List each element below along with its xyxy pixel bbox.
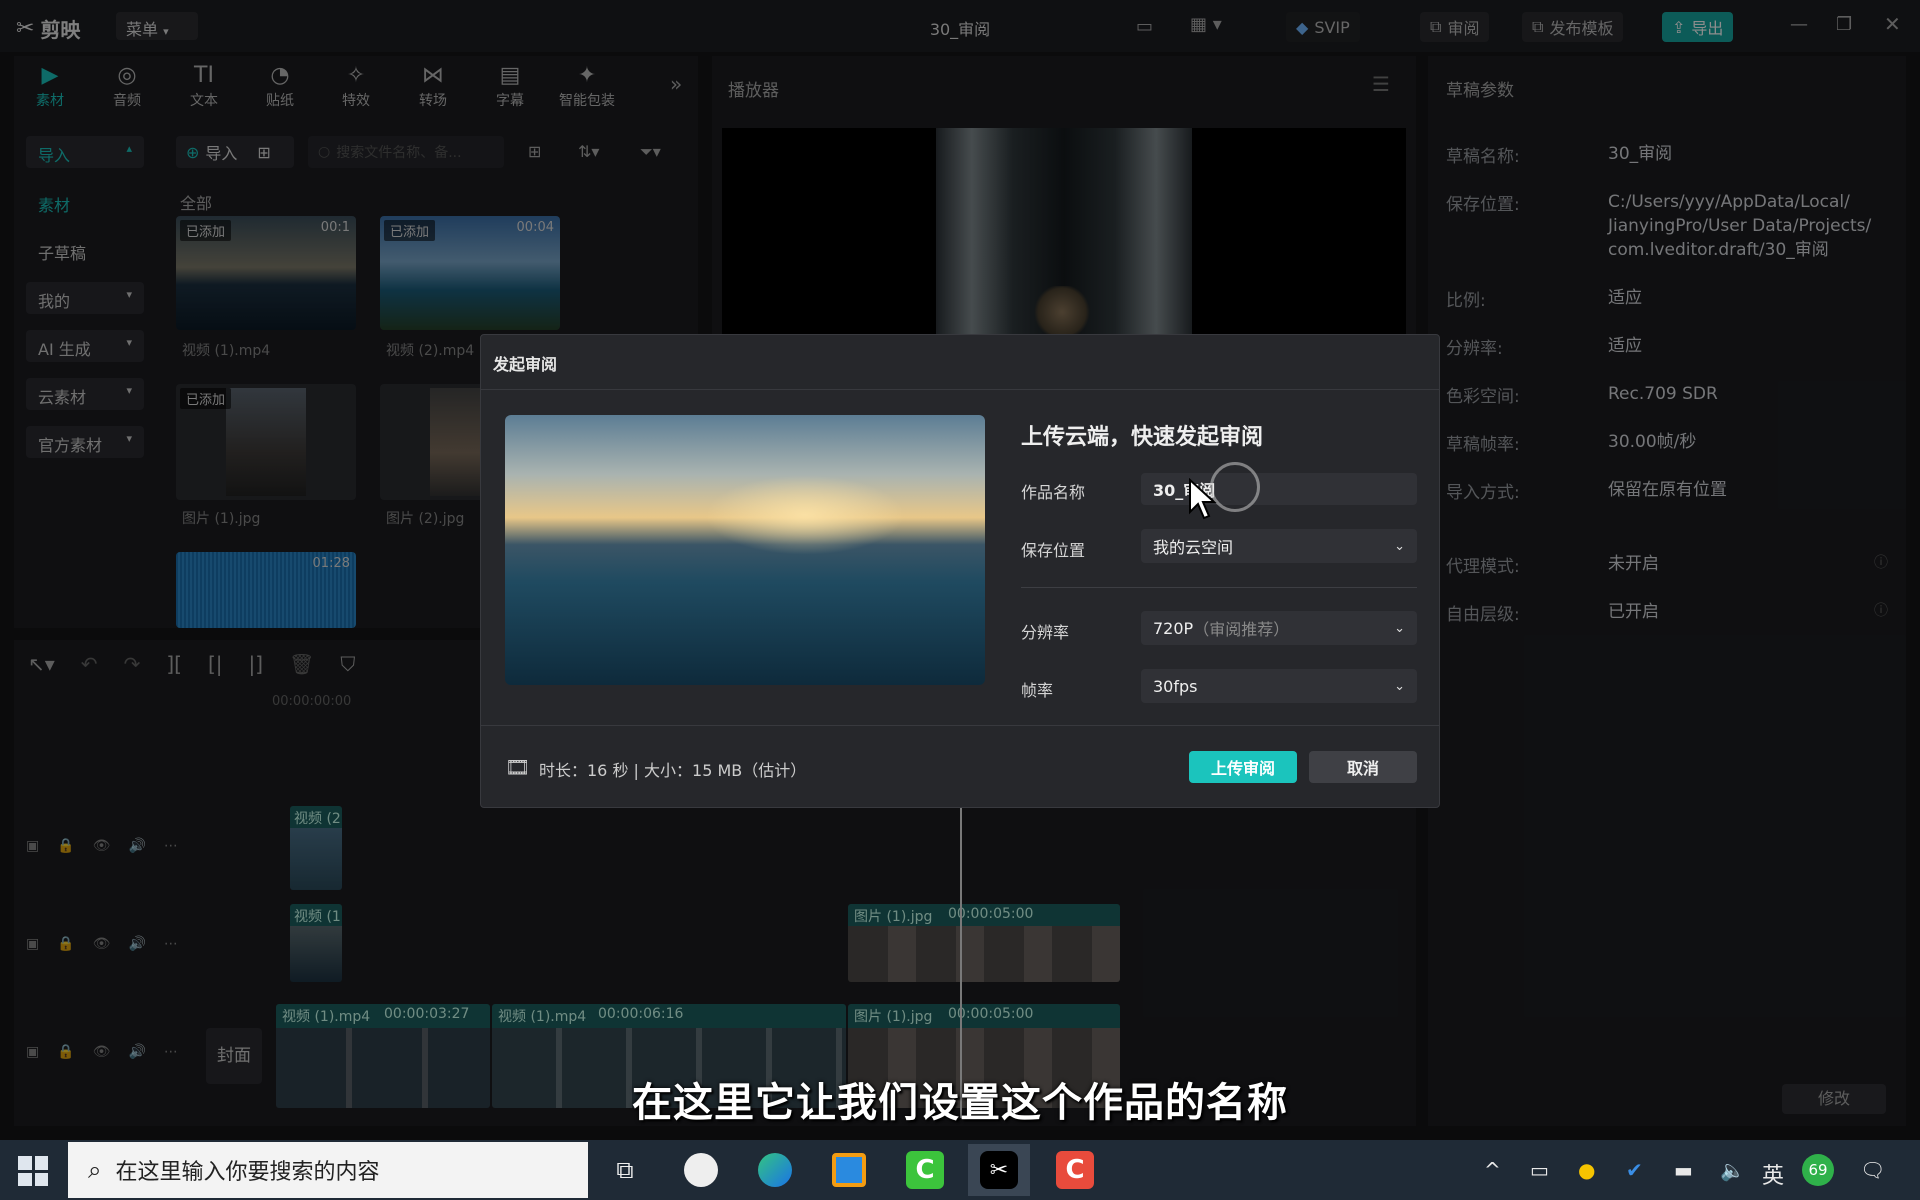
battery-icon[interactable]: ▬ bbox=[1674, 1158, 1693, 1182]
export-info: 时长：16 秒 | 大小：15 MB（估计） bbox=[539, 761, 807, 780]
tray-app-icon[interactable]: ● bbox=[1578, 1158, 1595, 1182]
app-glyph bbox=[832, 1153, 866, 1187]
chevron-down-icon: ⌄ bbox=[1394, 620, 1405, 636]
resolution-select[interactable]: 720P （审阅推荐） ⌄ bbox=[1141, 611, 1417, 645]
resolution-label: 分辨率 bbox=[1021, 623, 1070, 642]
start-tile bbox=[34, 1156, 48, 1170]
cancel-button[interactable]: 取消 bbox=[1309, 751, 1417, 783]
edge-browser-icon[interactable] bbox=[744, 1144, 806, 1196]
dialog-heading: 上传云端，快速发起审阅 bbox=[1021, 425, 1264, 450]
location-label: 保存位置 bbox=[1021, 541, 1086, 560]
tray-chevron-icon[interactable]: ^ bbox=[1484, 1158, 1501, 1182]
chevron-down-icon: ⌄ bbox=[1394, 538, 1405, 554]
divider bbox=[481, 389, 1439, 390]
app-glyph: ✂ bbox=[980, 1151, 1018, 1189]
notification-icon[interactable]: 🗨 bbox=[1860, 1158, 1885, 1182]
task-view-icon[interactable]: ⧉ bbox=[594, 1144, 656, 1196]
fps-value: 30fps bbox=[1153, 676, 1198, 696]
video-subtitle: 在这里它让我们设置这个作品的名称 bbox=[632, 1080, 1288, 1126]
mouse-cursor-icon bbox=[1188, 477, 1218, 526]
upload-review-button[interactable]: 上传审阅 bbox=[1189, 751, 1297, 783]
taskbar-search-input[interactable]: ⌕ 在这里输入你要搜索的内容 bbox=[68, 1142, 588, 1198]
app-icon-box[interactable] bbox=[818, 1144, 880, 1196]
volume-icon[interactable]: 🔈 bbox=[1720, 1158, 1745, 1182]
resolution-hint: （审阅推荐） bbox=[1193, 620, 1290, 639]
search-icon: ⌕ bbox=[88, 1156, 102, 1184]
fps-label: 帧率 bbox=[1021, 681, 1054, 700]
location-value: 我的云空间 bbox=[1153, 538, 1234, 557]
name-input[interactable]: 30_审阅 bbox=[1141, 473, 1417, 505]
app-icon-meeting[interactable] bbox=[670, 1144, 732, 1196]
windows-start-icon[interactable] bbox=[10, 1148, 56, 1194]
sun-glow bbox=[705, 475, 905, 555]
start-tile bbox=[18, 1156, 32, 1170]
start-tile bbox=[34, 1172, 48, 1186]
location-select[interactable]: 我的云空间 ⌄ bbox=[1141, 529, 1417, 563]
app-glyph bbox=[758, 1153, 792, 1187]
taskbar-search-placeholder: 在这里输入你要搜索的内容 bbox=[115, 1160, 380, 1185]
preview-image bbox=[505, 415, 985, 685]
ime-indicator[interactable]: 英 bbox=[1762, 1158, 1784, 1190]
camtasia-green-icon[interactable]: C bbox=[894, 1144, 956, 1196]
name-label: 作品名称 bbox=[1021, 483, 1086, 502]
resolution-value: 720P bbox=[1153, 618, 1194, 638]
chevron-down-icon: ⌄ bbox=[1394, 678, 1405, 694]
film-icon: 🎞 bbox=[505, 755, 531, 779]
tray-badge[interactable]: 69 bbox=[1802, 1154, 1834, 1186]
start-tile bbox=[18, 1172, 32, 1186]
capcut-taskbar-icon[interactable]: ✂ bbox=[968, 1144, 1030, 1196]
app-glyph: C bbox=[906, 1151, 944, 1189]
review-dialog: 发起审阅 上传云端，快速发起审阅 作品名称 30_审阅 保存位置 我的云空间 ⌄… bbox=[480, 334, 1440, 808]
form-divider bbox=[1021, 587, 1417, 588]
check-icon[interactable]: ✔ bbox=[1626, 1158, 1643, 1182]
camtasia-red-icon[interactable]: C bbox=[1044, 1144, 1106, 1196]
fps-select[interactable]: 30fps ⌄ bbox=[1141, 669, 1417, 703]
app-glyph: C bbox=[1056, 1151, 1094, 1189]
app-glyph bbox=[684, 1153, 718, 1187]
divider bbox=[481, 725, 1439, 726]
network-display-icon[interactable]: ▭ bbox=[1530, 1158, 1549, 1182]
dialog-title: 发起审阅 bbox=[493, 355, 558, 374]
